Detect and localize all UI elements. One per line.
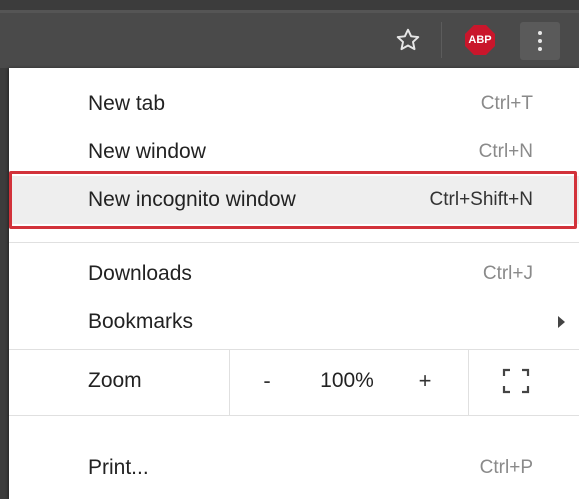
menu-item-shortcut: Ctrl+N: [478, 141, 533, 162]
menu-divider: [9, 415, 579, 416]
menu-item-new-incognito-window[interactable]: New incognito window Ctrl+Shift+N: [9, 176, 579, 224]
zoom-level-value: 100%: [320, 369, 374, 392]
zoom-out-button[interactable]: -: [249, 363, 285, 399]
menu-item-bookmarks[interactable]: Bookmarks: [9, 298, 579, 346]
abp-badge: ABP: [465, 25, 495, 55]
menu-item-print[interactable]: Print... Ctrl+P: [9, 444, 579, 492]
zoom-separator: [229, 349, 230, 415]
submenu-arrow-icon: [558, 316, 565, 328]
menu-item-label: Downloads: [88, 262, 192, 285]
menu-item-new-tab[interactable]: New tab Ctrl+T: [9, 80, 579, 128]
toolbar-edge: [0, 10, 579, 13]
menu-item-label: Bookmarks: [88, 310, 194, 333]
zoom-separator: [468, 349, 469, 415]
menu-item-shortcut: Ctrl+J: [482, 263, 533, 284]
menu-item-label: New incognito window: [88, 188, 296, 211]
menu-item-shortcut: Ctrl+P: [479, 457, 533, 478]
zoom-label: Zoom: [88, 369, 142, 392]
menu-item-new-window[interactable]: New window Ctrl+N: [9, 128, 579, 176]
menu-divider: [9, 242, 579, 243]
menu-item-shortcut: Ctrl+T: [480, 93, 533, 114]
menu-item-downloads[interactable]: Downloads Ctrl+J: [9, 250, 579, 298]
menu-kebab-icon[interactable]: [520, 22, 560, 60]
adblock-plus-icon[interactable]: ABP: [460, 24, 500, 56]
browser-toolbar: ABP: [0, 10, 579, 68]
menu-item-label: Print...: [88, 456, 149, 479]
menu-item-label: New window: [88, 140, 206, 163]
toolbar-separator: [441, 22, 442, 58]
zoom-row: Zoom - 100% +: [9, 349, 579, 415]
chrome-main-menu: New tab Ctrl+T New window Ctrl+N New inc…: [9, 68, 579, 499]
browser-frame: ABP New tab Ctrl+T New window Ctrl+N New…: [0, 0, 579, 499]
bookmark-star-icon[interactable]: [390, 24, 426, 56]
fullscreen-icon[interactable]: [491, 361, 541, 401]
menu-item-label: New tab: [88, 92, 166, 115]
menu-item-shortcut: Ctrl+Shift+N: [429, 189, 533, 210]
zoom-in-button[interactable]: +: [407, 363, 443, 399]
